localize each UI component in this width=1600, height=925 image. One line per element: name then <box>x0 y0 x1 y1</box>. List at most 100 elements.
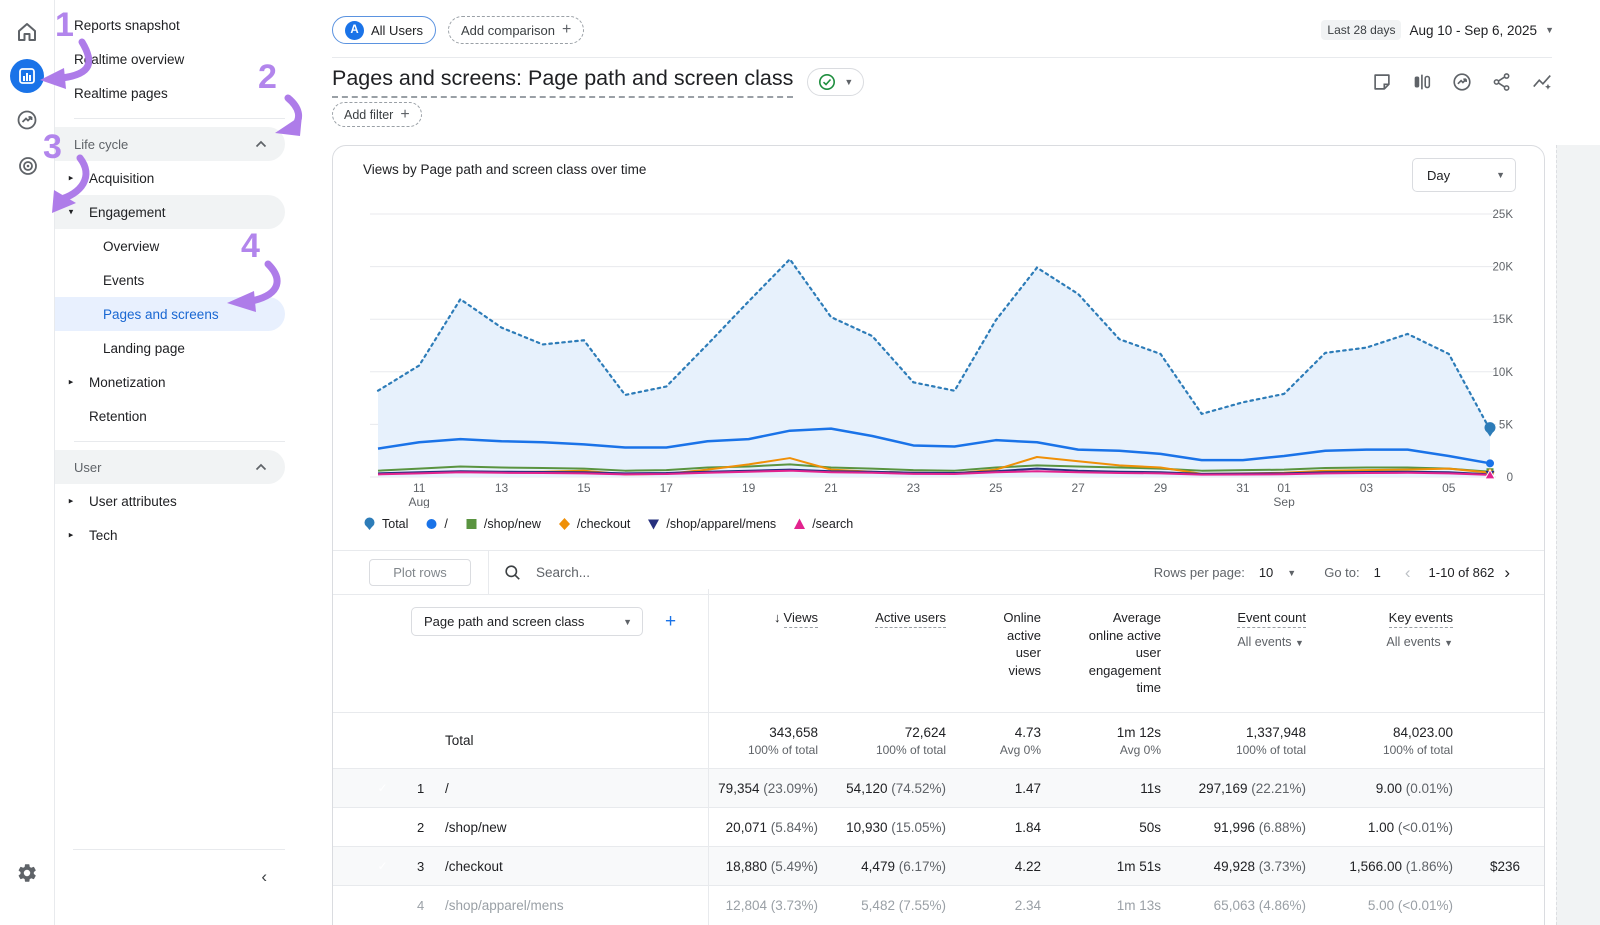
svg-text:15K: 15K <box>1493 314 1514 326</box>
next-page-icon[interactable]: › <box>1504 563 1510 583</box>
insights-icon[interactable] <box>1450 70 1474 94</box>
header-line: time <box>1089 679 1161 697</box>
explore-icon[interactable] <box>0 106 54 134</box>
sidebar-item-pages-and-screens[interactable]: Pages and screens <box>55 297 285 331</box>
metric-filter-select[interactable]: All events ▼ <box>1237 634 1306 651</box>
sidebar-item-monetization[interactable]: ▸Monetization <box>55 365 285 399</box>
chevron-down-icon: ▼ <box>844 77 853 87</box>
sidebar-item-label: User attributes <box>89 494 177 509</box>
total-metric-value: 1,337,948 <box>1161 725 1306 740</box>
plot-rows-button[interactable]: Plot rows <box>369 559 471 586</box>
metric-value: 18,880 <box>726 859 771 874</box>
collapse-sidebar-button[interactable]: ‹ <box>259 865 269 889</box>
dimension-selector[interactable]: Page path and screen class▼ <box>411 607 643 636</box>
sidebar-item-label: Reports snapshot <box>74 18 180 33</box>
row-page-path: /shop/apparel/mens <box>445 898 708 913</box>
sidebar-item-label: Acquisition <box>89 171 154 186</box>
legend-item-shop-apparel-mens[interactable]: /shop/apparel/mens <box>647 517 776 531</box>
legend-item-total[interactable]: Total <box>363 517 408 531</box>
home-icon[interactable] <box>0 18 54 46</box>
svg-text:10K: 10K <box>1493 367 1514 379</box>
admin-gear-icon[interactable] <box>0 859 54 887</box>
sidebar-item-user-attributes[interactable]: ▸ User attributes <box>55 484 285 518</box>
metric-value: 91,996 <box>1214 820 1259 835</box>
metric-percent: (0.01%) <box>1406 781 1453 796</box>
custom-insights-icon[interactable] <box>1530 70 1554 94</box>
goto-page-input[interactable]: 1 <box>1374 565 1381 580</box>
edit-comparisons-icon[interactable] <box>1410 70 1434 94</box>
column-header-event-count: Event count All events ▼ <box>1161 607 1306 650</box>
sidebar-bottom-divider <box>73 849 285 850</box>
metric-value: 5,482 <box>861 898 899 913</box>
svg-text:Sep: Sep <box>1273 495 1295 508</box>
rows-per-page-select[interactable]: 10 ▼ <box>1255 565 1296 580</box>
sidebar-item-engagement[interactable]: ▾Engagement <box>55 195 285 229</box>
chevron-collapsed-icon[interactable]: ▸ <box>65 496 77 507</box>
sidebar-item-realtime-overview[interactable]: Realtime overview <box>55 42 285 76</box>
chevron-expanded-icon[interactable]: ▾ <box>65 207 77 218</box>
audience-avatar: A <box>345 21 364 40</box>
row-rank: 4 <box>411 898 445 913</box>
chevron-collapsed-icon[interactable]: ▸ <box>65 530 77 541</box>
sidebar-item-label: Realtime pages <box>74 86 168 101</box>
column-sort-label[interactable]: Views <box>784 610 818 628</box>
column-header-block: Event count All events ▼ <box>1237 609 1306 650</box>
row-metric-cell: 79,354 (23.09%) <box>708 781 818 796</box>
prev-page-icon[interactable]: ‹ <box>1405 563 1411 583</box>
sidebar-item-acquisition[interactable]: ▸ Acquisition <box>55 161 285 195</box>
sidebar-item-overview[interactable]: Overview <box>55 229 285 263</box>
sidebar-item-section-life-cycle[interactable]: Life cycle <box>55 127 285 161</box>
metric-percent: (3.73%) <box>1259 859 1306 874</box>
total-metric-sub: 100% of total <box>708 743 818 757</box>
add-dimension-icon[interactable]: + <box>665 611 676 633</box>
header-line: active <box>1003 627 1041 645</box>
sidebar-item-tech[interactable]: ▸Tech <box>55 518 285 552</box>
add-filter-chip[interactable]: Add filter + <box>332 102 422 127</box>
svg-text:03: 03 <box>1360 481 1374 495</box>
metric-percent: (23.09%) <box>763 781 818 796</box>
sidebar-item-realtime-pages[interactable]: Realtime pages <box>55 76 285 110</box>
row-metric-cell: 5.00 (<0.01%) <box>1306 898 1453 913</box>
row-metric-cell: 2.34 <box>946 898 1041 913</box>
sidebar-item-reports-snapshot[interactable]: Reports snapshot <box>55 8 285 42</box>
row-metric-cell: 91,996 (6.88%) <box>1161 820 1306 835</box>
header-line: Active users <box>875 609 946 627</box>
chevron-collapsed-icon[interactable]: ▸ <box>65 173 77 184</box>
legend-item-search[interactable]: /search <box>793 517 853 531</box>
metric-value: 5.00 <box>1368 898 1398 913</box>
legend-item-[interactable]: / <box>425 517 447 531</box>
report-status-pill[interactable]: ▼ <box>807 68 864 96</box>
legend-item-checkout[interactable]: /checkout <box>558 517 631 531</box>
sidebar-item-section-user[interactable]: User <box>55 450 285 484</box>
sidebar-item-retention[interactable]: Retention <box>55 399 285 433</box>
feedback-note-icon[interactable] <box>1370 70 1394 94</box>
chevron-down-icon: ▼ <box>1295 638 1304 648</box>
views-over-time-chart: 05K10K15K20K25K11Aug13151719212325272931… <box>333 196 1545 508</box>
all-users-chip[interactable]: A All Users <box>332 16 436 44</box>
granularity-value: Day <box>1427 168 1450 183</box>
legend-item-shop-new[interactable]: /shop/new <box>465 517 541 531</box>
sidebar-item-events[interactable]: Events <box>55 263 285 297</box>
table-row: 1/79,354 (23.09%)54,120 (74.52%)1.4711s2… <box>333 768 1544 807</box>
share-icon[interactable] <box>1490 70 1514 94</box>
row-metric-cell: 50s <box>1041 820 1161 835</box>
column-sort-label[interactable]: Event count <box>1237 610 1306 628</box>
granularity-select[interactable]: Day ▼ <box>1412 158 1516 192</box>
goto-label: Go to: <box>1324 565 1359 580</box>
sidebar-item-landing-page[interactable]: Landing page <box>55 331 285 365</box>
column-sort-label[interactable]: Key events <box>1389 610 1453 628</box>
advertising-icon[interactable] <box>0 152 54 180</box>
reports-icon[interactable] <box>0 58 54 94</box>
column-sort-label[interactable]: Active users <box>875 610 946 628</box>
row-metric-cell: 11s <box>1041 781 1161 796</box>
left-icon-rail <box>0 0 55 925</box>
add-comparison-chip[interactable]: Add comparison + <box>448 16 584 44</box>
date-range-picker[interactable]: Last 28 days Aug 10 - Sep 6, 2025 ▼ <box>1321 20 1554 40</box>
metric-filter-select[interactable]: All events ▼ <box>1386 634 1453 651</box>
svg-text:25K: 25K <box>1493 209 1514 221</box>
date-range-value: Aug 10 - Sep 6, 2025 <box>1409 23 1537 38</box>
chevron-collapsed-icon[interactable]: ▸ <box>65 377 77 388</box>
add-filter-label: Add filter <box>344 108 393 122</box>
total-metric-cell: 343,658100% of total <box>708 725 818 757</box>
search-input[interactable] <box>534 564 798 581</box>
